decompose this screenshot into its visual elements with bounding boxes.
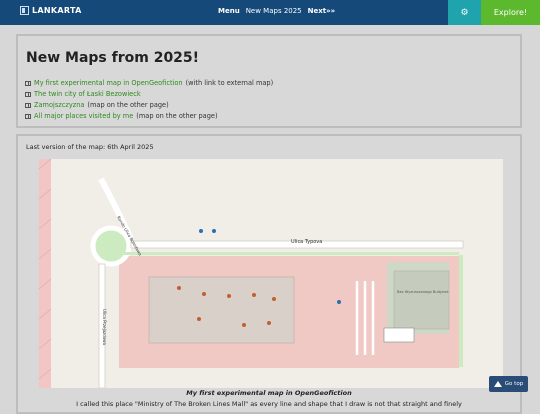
go-top-label: Go top [504,381,524,387]
map-link[interactable]: Zamojszczyzna [34,100,84,111]
list-item: The twin city of Łaski Bezowieck [25,89,273,100]
street-label-main: Ulica Typova [291,239,322,245]
list-item: Zamojszczyzna (map on the other page) [25,100,273,111]
map-description: I called this place "Ministry of The Bro… [76,400,462,408]
logo-text: LANKARTA [32,6,82,15]
list-item: My first experimental map in OpenGeofict… [25,78,273,89]
map-icon [25,103,31,108]
map-image[interactable]: Ulica Typova Rondo Ulica Bolesława Ulica… [39,159,503,388]
list-item: All major places visited by me (map on t… [25,111,273,122]
map-icon [25,92,31,97]
map-link[interactable]: The twin city of Łaski Bezowieck [34,89,141,100]
map-icon [25,114,31,119]
map-link[interactable]: My first experimental map in OpenGeofict… [34,78,183,89]
building-label: Bez Wyznaczonego Budynek [397,290,449,294]
go-top-button[interactable]: Go top [489,376,528,392]
map-icon [25,81,31,86]
map-drawing: Ulica Typova Rondo Ulica Bolesława Ulica… [39,159,503,388]
map-links-list: My first experimental map in OpenGeofict… [25,78,273,122]
page-title: New Maps from 2025! [26,50,200,66]
intro-panel: New Maps from 2025! My first experimenta… [16,34,522,128]
menu-link[interactable]: Menu [218,7,240,15]
map-panel: Last version of the map: 6th April 2025 [16,134,522,414]
map-caption: My first experimental map in OpenGeofict… [186,389,352,397]
main-nav: Menu New Maps 2025 Next»» [218,7,335,15]
link-note: (with link to external map) [185,79,274,87]
logo-icon [20,6,29,15]
link-note: (map on the other page) [87,101,169,109]
explore-button[interactable]: Explore! [481,0,540,25]
link-note: (map on the other page) [136,112,218,120]
next-link[interactable]: Next»» [308,7,336,15]
settings-button[interactable]: ⚙ [448,0,481,25]
map-link[interactable]: All major places visited by me [34,111,133,122]
current-page-link[interactable]: New Maps 2025 [246,7,302,15]
last-version-text: Last version of the map: 6th April 2025 [26,143,154,151]
gear-icon: ⚙ [460,7,469,18]
site-logo[interactable]: LANKARTA [20,6,82,15]
top-bar: LANKARTA Menu New Maps 2025 Next»» ⚙ Exp… [0,0,540,25]
arrow-up-icon [493,381,502,387]
street-label-vertical: Ulica Przejazdowa [102,309,107,346]
